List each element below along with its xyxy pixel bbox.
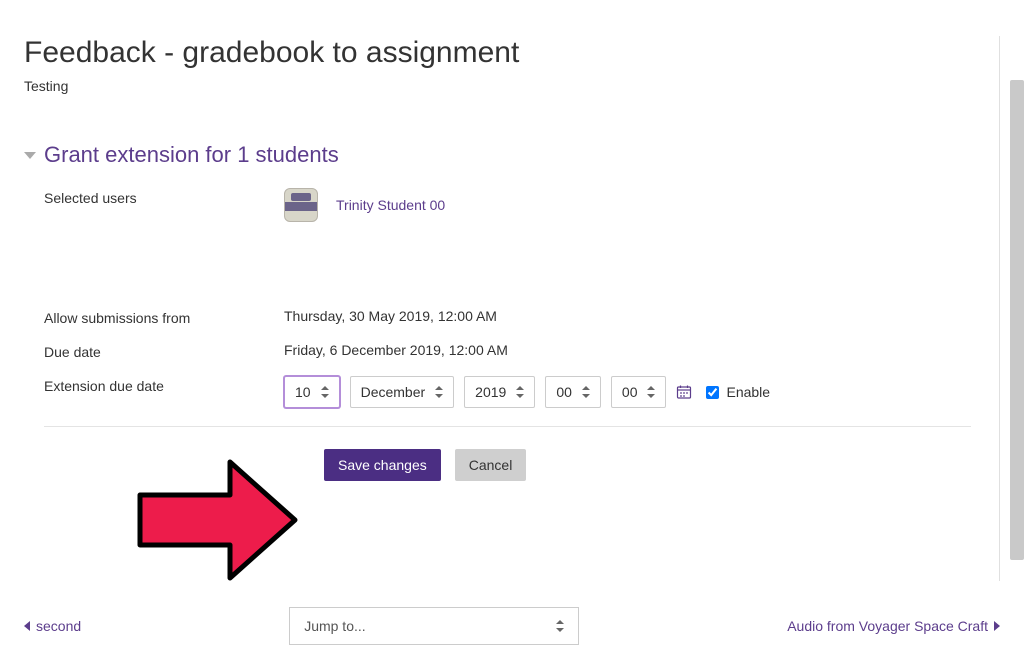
- enable-checkbox[interactable]: [706, 386, 719, 399]
- page-subtitle: Testing: [24, 78, 991, 94]
- label-allow-from: Allow submissions from: [44, 308, 284, 326]
- value-allow-from: Thursday, 30 May 2019, 12:00 AM: [284, 308, 497, 324]
- scrollbar[interactable]: [1010, 80, 1024, 560]
- extension-minute-select[interactable]: 00: [611, 376, 667, 408]
- jump-to-select[interactable]: Jump to...: [289, 607, 579, 645]
- extension-hour-select[interactable]: 00: [545, 376, 601, 408]
- extension-month-value: December: [361, 384, 426, 400]
- extension-hour-value: 00: [556, 384, 572, 400]
- extension-controls: 10 December 2019 00 00: [284, 376, 770, 408]
- jump-to-placeholder: Jump to...: [304, 618, 365, 634]
- next-link-label: Audio from Voyager Space Craft: [787, 618, 988, 634]
- label-extension-due: Extension due date: [44, 376, 284, 394]
- sort-icon: [647, 386, 655, 398]
- sort-icon: [582, 386, 590, 398]
- extension-year-select[interactable]: 2019: [464, 376, 535, 408]
- sort-icon: [321, 386, 329, 398]
- triangle-left-icon: [24, 621, 30, 631]
- enable-checkbox-wrap[interactable]: Enable: [702, 383, 770, 402]
- chevron-down-icon: [24, 152, 36, 159]
- selected-user: Trinity Student 00: [284, 188, 445, 222]
- label-due-date: Due date: [44, 342, 284, 360]
- next-link[interactable]: Audio from Voyager Space Craft: [787, 618, 1000, 634]
- prev-link-label: second: [36, 618, 81, 634]
- footer-nav: second Jump to... Audio from Voyager Spa…: [24, 607, 1000, 645]
- triangle-right-icon: [994, 621, 1000, 631]
- calendar-icon[interactable]: [676, 384, 692, 400]
- section-title: Grant extension for 1 students: [44, 142, 339, 168]
- sort-icon: [516, 386, 524, 398]
- section-toggle[interactable]: Grant extension for 1 students: [24, 142, 991, 168]
- extension-month-select[interactable]: December: [350, 376, 455, 408]
- cancel-button[interactable]: Cancel: [455, 449, 527, 481]
- enable-label: Enable: [726, 384, 770, 400]
- page-title: Feedback - gradebook to assignment: [24, 36, 991, 70]
- prev-link[interactable]: second: [24, 618, 81, 634]
- divider: [44, 426, 971, 427]
- save-button[interactable]: Save changes: [324, 449, 441, 481]
- sort-icon: [435, 386, 443, 398]
- extension-minute-value: 00: [622, 384, 638, 400]
- extension-day-select[interactable]: 10: [284, 376, 340, 408]
- extension-year-value: 2019: [475, 384, 506, 400]
- user-name[interactable]: Trinity Student 00: [336, 197, 445, 213]
- sort-icon: [556, 620, 564, 632]
- value-due-date: Friday, 6 December 2019, 12:00 AM: [284, 342, 508, 358]
- label-selected-users: Selected users: [44, 188, 284, 206]
- avatar-icon: [284, 188, 318, 222]
- extension-day-value: 10: [295, 384, 311, 400]
